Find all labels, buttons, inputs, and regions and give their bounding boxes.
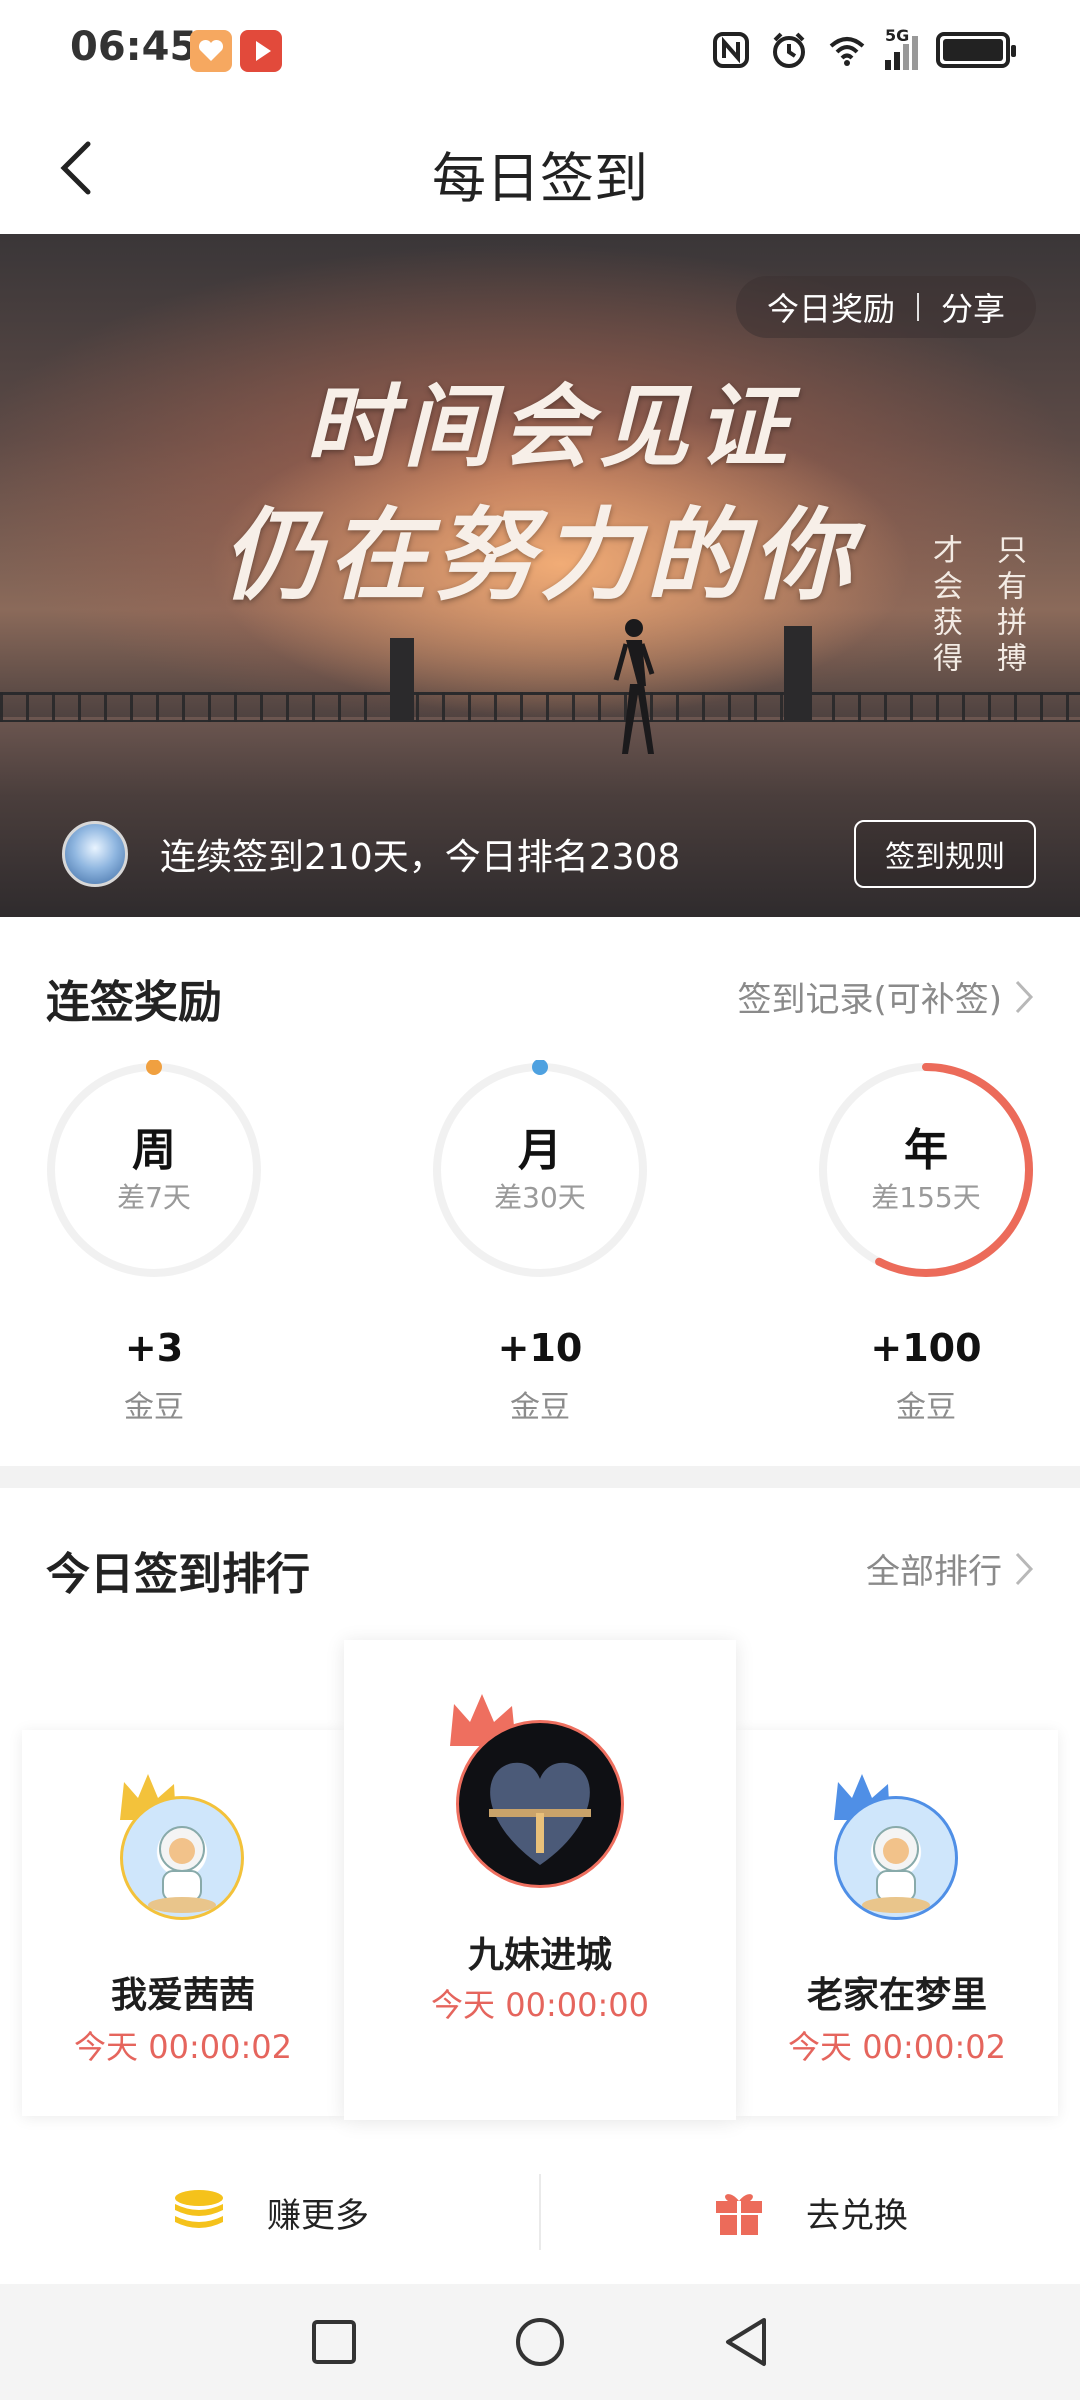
reward-share-pill: 今日奖励 分享 [736,276,1036,338]
system-nav-bar [0,2284,1080,2400]
5g-signal-icon: 5G [885,26,918,70]
reward-amount: +100 [870,1326,982,1370]
vertical-poem: 只有拼搏 才会获得 [922,534,1030,678]
pillar [390,638,414,722]
streak-text: 连续签到210天，今日排名2308 [160,837,681,878]
astronaut-avatar-icon [148,1826,216,1913]
checkin-rules-button[interactable]: 签到规则 [854,820,1036,888]
rank-name: 九妹进城 [467,1935,612,1976]
rank-time: 今天 00:00:00 [431,1986,649,2024]
banner-image: 今日奖励 分享 时间会见证 仍在努力的你 只有拼搏 才会获得 连续签到210天，… [0,234,1080,917]
coins-icon [175,2190,223,2228]
reward-year: 年 差155天 +100 金豆 [816,1060,1036,1425]
section-divider [0,1466,1080,1488]
reward-unit: 金豆 [124,1390,184,1425]
user-avatar [834,1796,958,1920]
progress-dot [532,1060,548,1075]
banner-headline-line1: 时间会见证 [305,374,795,480]
streak-row: 连续签到210天，今日排名2308 签到规则 [62,814,1036,894]
reward-week: 周 差7天 +3 金豆 [44,1060,264,1425]
earn-more-button[interactable]: 赚更多 [0,2140,540,2284]
home-button[interactable] [512,2314,568,2370]
redeem-button[interactable]: 去兑换 [540,2140,1080,2284]
rank-card-1[interactable]: 九妹进城 今天 00:00:00 [344,1640,736,2120]
wifi-icon [829,37,865,66]
video-app-icon [240,30,282,72]
earn-more-label: 赚更多 [267,2195,369,2236]
share-link[interactable]: 分享 [941,284,1005,330]
rank-name: 老家在梦里 [806,1975,987,2016]
pillar [784,626,812,722]
rank-card-2[interactable]: 我爱茜茜 今天 00:00:02 [22,1730,344,2116]
walking-person-silhouette [613,619,655,754]
ranking-title: 今日签到排行 [46,1549,310,1600]
nfc-icon [713,32,749,68]
page-title: 每日签到 [432,147,648,210]
reward-remaining: 差7天 [117,1181,191,1214]
user-avatar [120,1796,244,1920]
rank-time: 今天 00:00:02 [74,2028,292,2066]
battery-icon [936,32,1016,68]
reward-period: 月 [518,1125,562,1176]
reward-amount: +3 [124,1326,184,1370]
reward-unit: 金豆 [896,1390,956,1425]
banner-headline-line2: 仍在努力的你 [222,496,858,614]
reward-period: 周 [132,1125,176,1176]
astronaut-avatar-icon [862,1826,930,1913]
pill-divider [917,293,919,321]
all-ranking-label: 全部排行 [866,1552,1002,1592]
rewards-title: 连签奖励 [46,977,222,1028]
rank-time: 今天 00:00:02 [788,2028,1006,2066]
square-icon [312,2320,356,2364]
triangle-back-icon [726,2318,766,2366]
network-label: 5G [885,26,910,45]
redeem-label: 去兑换 [806,2195,908,2236]
app-notification-icon [190,30,232,72]
reward-month: 月 差30天 +10 金豆 [430,1060,650,1425]
status-bar: 06:45 5G [0,0,1080,100]
checkin-record-label: 签到记录(可补签) [737,980,1002,1020]
today-reward-link[interactable]: 今日奖励 [767,284,895,330]
gift-icon [716,2194,762,2235]
rank-name: 我爱茜茜 [110,1975,255,2016]
heart-sunset-avatar [489,1762,591,1865]
reward-amount: +10 [497,1326,583,1370]
reward-unit: 金豆 [510,1390,570,1425]
user-avatar [456,1720,624,1888]
back-nav-button[interactable] [718,2314,774,2370]
chevron-right-icon [1015,980,1034,1013]
poem-column: 才会获得 [927,534,962,678]
rank-card-3[interactable]: 老家在梦里 今天 00:00:02 [736,1730,1058,2116]
all-ranking-link[interactable]: 全部排行 [866,1544,1034,1593]
chevron-right-icon [1015,1552,1034,1585]
alarm-icon [773,32,805,68]
status-time: 06:45 [70,24,198,70]
reward-remaining: 差30天 [494,1181,586,1214]
header: 每日签到 [0,100,1080,234]
progress-dot [146,1060,162,1075]
reward-remaining: 差155天 [871,1181,981,1214]
poem-column: 只有拼搏 [991,534,1026,678]
recents-button[interactable] [306,2314,362,2370]
circle-icon [516,2318,564,2366]
checkin-record-link[interactable]: 签到记录(可补签) [737,972,1034,1021]
bottom-action-bar: 赚更多 去兑换 [0,2140,1080,2284]
reward-period: 年 [904,1125,948,1176]
user-avatar[interactable] [62,821,128,887]
